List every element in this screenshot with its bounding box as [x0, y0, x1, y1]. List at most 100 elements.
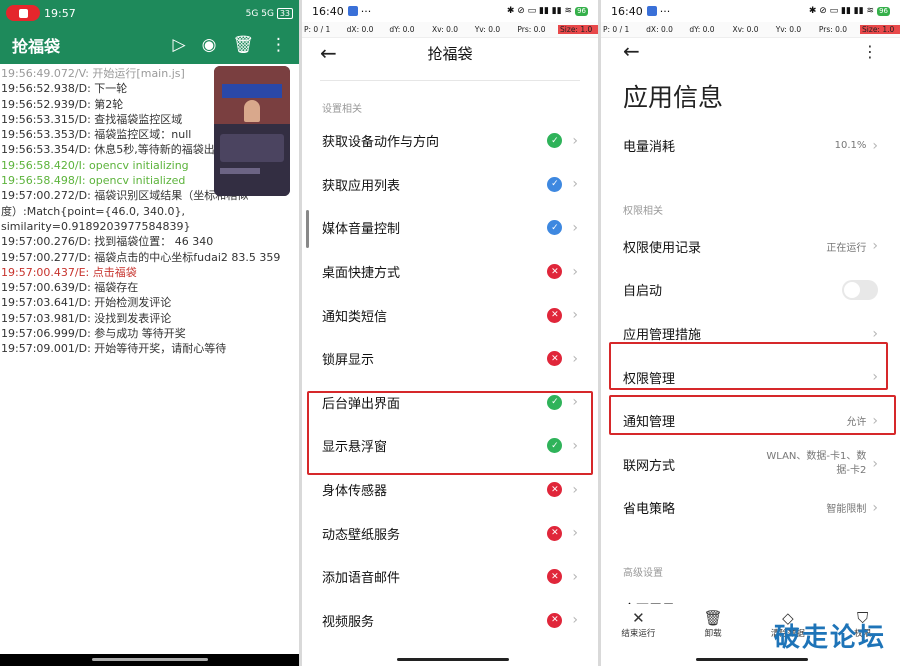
permission-row[interactable]: 锁屏显示 ✕ ›	[302, 337, 598, 381]
row-label: 应用管理措施	[623, 328, 702, 344]
app-badge-icon	[646, 6, 657, 16]
row-label: 联网方式	[623, 458, 676, 474]
chevron-right-icon: ›	[572, 568, 578, 585]
coord-dy: dY: 0.0	[389, 25, 415, 34]
app-info-panel: 16:40 ··· ✱ ⊘ ▭ ▮▮ ▮▮ ≋ 96 P: 0 / 1 dX: …	[601, 0, 900, 666]
info-row[interactable]: 联网方式 WLAN、数据-卡1、数据-卡2 ›	[601, 443, 900, 487]
cross-circle-icon: ✕	[547, 525, 563, 541]
more-notifications-icon: ···	[360, 4, 372, 18]
shield-icon: ✓	[547, 220, 563, 236]
row-value: 智能限制	[826, 504, 867, 516]
bottom-action-0[interactable]: ✕ 结束运行	[601, 604, 676, 644]
permission-label: 获取应用列表	[322, 178, 401, 194]
coord-dx: dX: 0.0	[346, 25, 374, 34]
info-row[interactable]: 省电策略 智能限制 ›	[601, 486, 900, 530]
highlight-box	[307, 391, 593, 475]
permission-row[interactable]: 桌面快捷方式 ✕ ›	[302, 250, 598, 294]
chevron-right-icon: ›	[572, 612, 578, 629]
trash-icon[interactable]: 🗑	[232, 35, 254, 55]
status-icons: ✱ ⊘ ▭ ▮▮ ▮▮ ≋ 96	[808, 6, 890, 16]
permission-row[interactable]: 媒体音量控制 ✓ ›	[302, 206, 598, 250]
chevron-right-icon: ›	[572, 481, 578, 498]
permissions-panel: 16:40 ··· ✱ ⊘ ▭ ▮▮ ▮▮ ≋ 96 P: 0 / 1 dX: …	[302, 0, 598, 666]
permission-label: 通知类短信	[322, 309, 388, 325]
nav-bar	[0, 654, 299, 666]
status-time: 19:57	[44, 6, 76, 20]
battery-usage-row[interactable]: 电量消耗 10.1% ›	[601, 124, 900, 168]
permission-label: 获取设备动作与方向	[322, 135, 440, 151]
cross-circle-icon: ✕	[547, 351, 563, 367]
shield-icon: ✓	[547, 176, 563, 192]
back-arrow-icon[interactable]: ←	[623, 41, 640, 61]
permission-label: 锁屏显示	[322, 353, 375, 369]
battery-icon: 96	[877, 6, 890, 16]
stop-icon[interactable]: ◉	[202, 35, 217, 55]
permission-list: 获取设备动作与方向 ✓ › 获取应用列表 ✓ › 媒体音量控制 ✓ › 桌面快捷方式 ✕ › 通知类短信…	[302, 119, 598, 642]
close-icon: ✕	[632, 609, 645, 627]
chevron-right-icon: ›	[572, 132, 578, 149]
coord-p: P: 0 / 1	[304, 25, 331, 34]
log-line: 19:57:00.437/E: 点击福袋	[1, 265, 137, 279]
coord-p: P: 0 / 1	[603, 25, 630, 34]
permission-label: 桌面快捷方式	[322, 266, 401, 282]
log-line: 19:57:09.001/D: 开始等待开奖，请耐心等待	[1, 342, 227, 356]
chevron-right-icon: ›	[572, 307, 578, 324]
info-row[interactable]: 自启动	[601, 268, 900, 312]
coord-prs: Prs: 0.0	[517, 25, 546, 34]
run-icon[interactable]: ▷	[172, 35, 185, 55]
watermark: 破走论坛	[773, 623, 886, 653]
chevron-right-icon: ›	[872, 456, 878, 473]
chevron-right-icon: ›	[572, 350, 578, 367]
status-time: 16:40	[312, 4, 344, 18]
chevron-right-icon: ›	[572, 263, 578, 280]
highlight-box	[609, 395, 896, 435]
chevron-right-icon: ›	[572, 525, 578, 542]
cross-circle-icon: ✕	[547, 307, 563, 323]
nav-bar	[696, 658, 808, 661]
nav-bar	[397, 658, 509, 661]
cross-circle-icon: ✕	[547, 612, 563, 628]
chevron-right-icon: ›	[872, 137, 878, 154]
permission-row[interactable]: 添加语音邮件 ✕ ›	[302, 555, 598, 599]
row-value: 正在运行	[826, 242, 867, 254]
permission-row[interactable]: 获取应用列表 ✓ ›	[302, 163, 598, 207]
coord-xv: Xv: 0.0	[432, 25, 459, 34]
bottom-action-label: 结束运行	[621, 629, 656, 639]
permission-row[interactable]: 视频服务 ✕ ›	[302, 599, 598, 643]
chevron-right-icon: ›	[572, 176, 578, 193]
more-icon[interactable]: ⋮	[270, 35, 287, 55]
app-bar: ← ⋮	[601, 40, 900, 62]
chevron-right-icon: ›	[572, 219, 578, 236]
chevron-right-icon: ›	[872, 499, 878, 516]
chevron-right-icon: ›	[872, 238, 878, 255]
chevron-right-icon: ›	[872, 325, 878, 342]
bottom-action-1[interactable]: 🗑 卸载	[676, 604, 751, 644]
trash-icon: 🗑	[703, 609, 723, 627]
app-bar: ← 抢福袋	[302, 38, 598, 68]
permission-label: 视频服务	[322, 614, 375, 630]
cross-circle-icon: ✕	[547, 569, 563, 585]
info-row[interactable]: 权限使用记录 正在运行 ›	[601, 225, 900, 269]
signal-text: 5G 5G	[245, 8, 274, 19]
status-icons: ✱ ⊘ ▭ ▮▮ ▮▮ ≋ 96	[506, 6, 588, 16]
status-signal: 5G 5G 33	[245, 7, 293, 19]
more-icon[interactable]: ⋮	[862, 42, 878, 61]
coord-size: Size: 1.0	[558, 25, 598, 34]
permission-label: 媒体音量控制	[322, 222, 401, 238]
cross-circle-icon: ✕	[547, 482, 563, 498]
highlight-box	[609, 342, 888, 390]
status-bar: 19:57 5G 5G 33	[0, 0, 299, 26]
coord-dx: dX: 0.0	[646, 25, 673, 34]
log-line: 19:57:03.981/D: 没找到发表评论	[1, 311, 172, 325]
permission-row[interactable]: 通知类短信 ✕ ›	[302, 293, 598, 337]
permission-row[interactable]: 动态壁纸服务 ✕ ›	[302, 511, 598, 555]
pointer-location-bar: P: 0 / 1 dX: 0.0 dY: 0.0 Xv: 0.0 Yv: 0.0…	[601, 22, 900, 38]
section-header: 设置相关	[322, 104, 362, 115]
section-header: 权限相关	[623, 205, 663, 217]
app-badge-icon	[347, 6, 358, 16]
log-line: 19:57:03.641/D: 开始检测发评论	[1, 296, 172, 310]
floating-window-preview[interactable]	[214, 66, 290, 196]
permission-row[interactable]: 获取设备动作与方向 ✓ ›	[302, 119, 598, 163]
autostart-toggle[interactable]	[842, 279, 878, 300]
back-arrow-icon[interactable]: ←	[320, 43, 337, 63]
